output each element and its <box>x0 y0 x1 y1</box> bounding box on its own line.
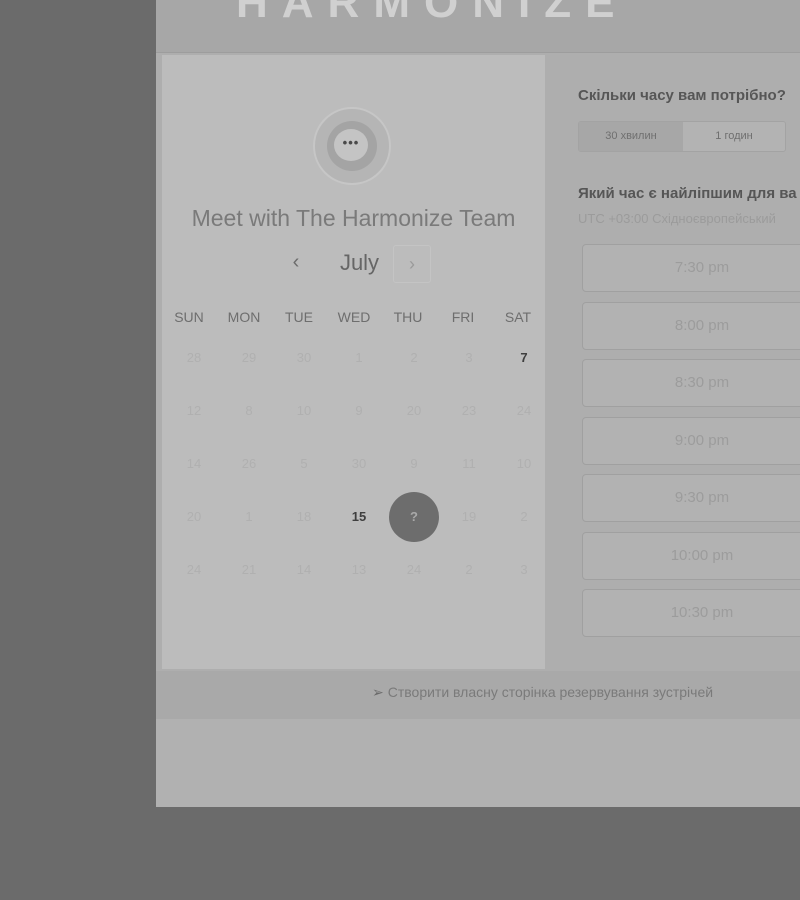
calendar-day: 24 <box>186 562 202 577</box>
calendar-day: 9 <box>355 403 363 418</box>
calendar-day: 2 <box>520 509 528 524</box>
calendar-day: 2 <box>410 350 418 365</box>
calendar-day: 24 <box>406 562 422 577</box>
calendar-day[interactable]: 7 <box>499 333 549 383</box>
calendar-day: 30 <box>296 350 312 365</box>
calendar-day: 1 <box>355 350 363 365</box>
header: HARMONIZE <box>156 0 800 53</box>
calendar-day: 13 <box>351 562 367 577</box>
calendar-day: 23 <box>461 403 477 418</box>
time-slot[interactable]: 8:00 pm <box>582 302 800 350</box>
calendar-day[interactable]: 15 <box>334 492 384 542</box>
duration-30-option[interactable]: 30 хвилин <box>579 122 683 151</box>
calendar-day: 2 <box>465 562 473 577</box>
calendar-day: 11 <box>462 456 476 471</box>
month-navigation: ‹ July › <box>162 245 545 285</box>
weekday-sun: SUN <box>174 309 204 325</box>
meeting-title: Meet with The Harmonize Team <box>191 205 516 231</box>
create-booking-page-link[interactable]: ➢ Створити власну сторінка резервування з… <box>372 684 713 701</box>
calendar-day: 20 <box>186 509 202 524</box>
calendar-day: 5 <box>300 456 308 471</box>
calendar-day: 9 <box>410 456 418 471</box>
calendar-day: 20 <box>406 403 422 418</box>
calendar-panel: ••• Meet with The Harmonize Team ‹ July … <box>162 55 545 669</box>
calendar-day: 10 <box>516 456 532 471</box>
calendar-day: 29 <box>241 350 257 365</box>
chat-bubble-icon: ••• <box>334 129 368 161</box>
weekday-thu: THU <box>393 309 423 325</box>
calendar-day: 14 <box>186 456 202 471</box>
next-month-button[interactable]: › <box>393 245 431 283</box>
brand-logo: HARMONIZE <box>236 0 629 27</box>
time-slot[interactable]: 10:00 pm <box>582 532 800 580</box>
calendar-day: 3 <box>520 562 528 577</box>
footer-link-label: Створити власну сторінка резервування зу… <box>387 684 714 700</box>
calendar-day: 26 <box>241 456 257 471</box>
weekday-wed: WED <box>337 309 371 325</box>
weekday-fri: FRI <box>451 309 475 325</box>
booking-panel: Скільки часу вам потрібно? 30 хвилин 1 г… <box>578 55 800 669</box>
time-slot[interactable]: 9:00 pm <box>582 417 800 465</box>
time-slot[interactable]: 10:30 pm <box>582 589 800 637</box>
weekday-tue: TUE <box>285 309 313 325</box>
calendar-day: 24 <box>516 403 532 418</box>
calendar-day: 18 <box>296 509 312 524</box>
hubspot-sprocket-icon: ➢ <box>372 684 384 700</box>
avatar: ••• <box>313 107 391 185</box>
duration-question: Скільки часу вам потрібно? <box>578 87 786 104</box>
calendar-day: 14 <box>296 562 312 577</box>
calendar-day: 8 <box>245 403 253 418</box>
calendar-day: 19 <box>461 509 477 524</box>
page-bottom <box>156 719 800 807</box>
avatar-circle: ••• <box>327 121 377 171</box>
calendar-day: 12 <box>186 403 202 418</box>
prev-month-button[interactable]: ‹ <box>285 252 307 274</box>
calendar-day: 28 <box>186 350 202 365</box>
calendar-day: 10 <box>296 403 312 418</box>
footer: ➢ Створити власну сторінка резервування з… <box>156 671 800 719</box>
time-question: Який час є найліпшим для ва <box>578 185 797 202</box>
weekday-header: SUN MON TUE WED THU FRI SAT <box>162 309 545 329</box>
calendar-day: 1 <box>245 509 253 524</box>
timezone-label: UTC +03:00 Східноєвропейський <box>578 211 776 226</box>
calendar-day-selected[interactable]: ? <box>389 492 439 542</box>
weekday-mon: MON <box>227 309 261 325</box>
booking-page: HARMONIZE ••• Meet with The Harmonize Te… <box>156 0 800 807</box>
time-slot[interactable]: 9:30 pm <box>582 474 800 522</box>
calendar-day: 30 <box>351 456 367 471</box>
weekday-sat: SAT <box>504 309 532 325</box>
time-slot[interactable]: 8:30 pm <box>582 359 800 407</box>
duration-60-option[interactable]: 1 годин <box>683 122 785 151</box>
duration-toggle: 30 хвилин 1 годин <box>578 121 786 152</box>
calendar-day: 21 <box>241 562 257 577</box>
time-slot[interactable]: 7:30 pm <box>582 244 800 292</box>
calendar-day: 3 <box>465 350 473 365</box>
